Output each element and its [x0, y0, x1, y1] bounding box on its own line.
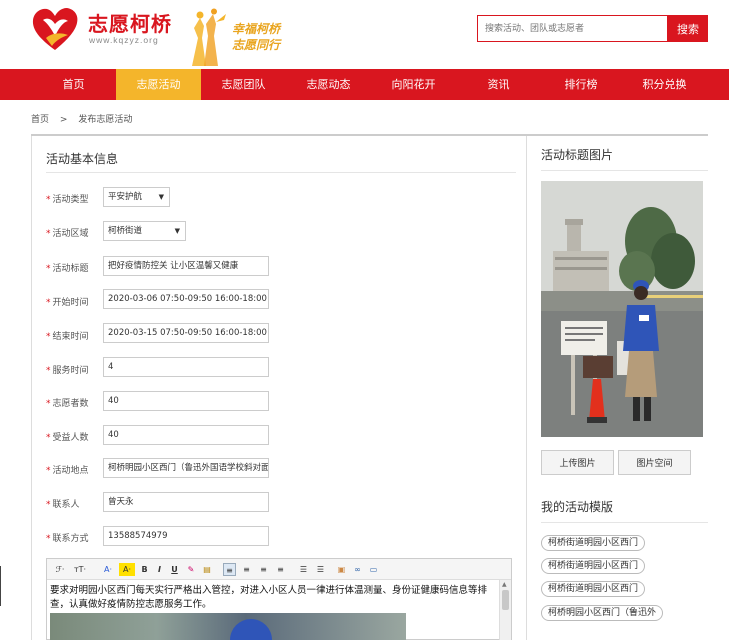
label-start: * 开始时间	[46, 298, 89, 308]
page-edge-mark	[0, 566, 1, 606]
editor-scrollbar[interactable]: ▲	[499, 580, 511, 640]
editor-embedded-photo	[50, 613, 406, 640]
title-input[interactable]: 把好疫情防控关 让小区温馨又健康	[103, 256, 269, 276]
image-icon[interactable]: ▣	[335, 563, 348, 576]
type-select[interactable]: 平安护航 ▼	[103, 187, 170, 207]
nav-item-info[interactable]: 资讯	[456, 69, 541, 100]
nav-item-home[interactable]: 首页	[31, 69, 116, 100]
volunteer-cap-icon	[230, 619, 272, 640]
link-icon[interactable]: ∞	[351, 563, 364, 576]
breadcrumb-current: 发布志愿活动	[78, 115, 133, 125]
template-item[interactable]: 柯桥明园小区西门（鲁迅外	[541, 605, 664, 621]
area-select[interactable]: 柯桥街道 ▼	[103, 221, 186, 241]
ordered-list-icon[interactable]: ☰	[297, 563, 310, 576]
eraser-icon[interactable]: ✎	[185, 563, 197, 576]
contact-person-input[interactable]: 曾天永	[103, 492, 269, 512]
volunteers-figure-icon	[192, 8, 226, 66]
italic-button[interactable]: I	[154, 563, 165, 576]
label-end: * 结束时间	[46, 332, 89, 342]
fullscreen-icon[interactable]: ▭	[367, 563, 380, 576]
breadcrumb-separator: >	[59, 115, 68, 125]
site-title[interactable]: 志愿柯桥	[88, 8, 172, 37]
nav-item-news[interactable]: 志愿动态	[286, 69, 371, 100]
image-gallery-button[interactable]: 图片空间	[618, 450, 691, 475]
nav-item-points[interactable]: 积分兑换	[621, 69, 708, 100]
unordered-list-icon[interactable]: ☰	[314, 563, 327, 576]
justify-icon[interactable]: ≡	[274, 563, 287, 576]
slogan-line1: 幸福柯桥	[232, 22, 281, 36]
start-time-input[interactable]: 2020-03-06 07:50-09:50 16:00-18:00	[103, 289, 269, 309]
volunteer-count-input[interactable]: 40	[103, 391, 269, 411]
phone-input[interactable]: 13588574979	[103, 526, 269, 546]
templates-section-title: 我的活动模版	[541, 500, 614, 514]
section-divider	[46, 172, 516, 173]
nav-item-sunflower[interactable]: 向阳花开	[371, 69, 456, 100]
rich-text-editor: ℱ· тT· A· A· B I U ✎ ▤ ≡ ≡ ≡ ≡ ☰ ☰ ▣ ∞ ▭…	[46, 558, 512, 640]
slogan-line2: 志愿同行	[232, 38, 281, 52]
align-center-icon[interactable]: ≡	[240, 563, 253, 576]
label-hours: * 服务时间	[46, 366, 89, 376]
align-left-icon[interactable]: ≡	[223, 563, 236, 576]
templates-section-divider	[541, 522, 708, 523]
label-type: * 活动类型	[46, 195, 89, 205]
heart-logo-icon[interactable]	[30, 6, 80, 52]
activity-title-photo	[541, 181, 703, 437]
label-phone: * 联系方式	[46, 534, 89, 544]
label-title: * 活动标题	[46, 264, 89, 274]
nav-item-teams[interactable]: 志愿团队	[201, 69, 286, 100]
label-area: * 活动区域	[46, 229, 89, 239]
bold-button[interactable]: B	[139, 563, 150, 576]
site-url: www.kqzyz.org	[89, 35, 159, 45]
highlight-button[interactable]: A·	[119, 563, 135, 576]
upload-image-button[interactable]: 上传图片	[541, 450, 614, 475]
beneficiary-count-input[interactable]: 40	[103, 425, 269, 445]
section-title: 活动基本信息	[46, 152, 119, 166]
nav-item-ranking[interactable]: 排行榜	[541, 69, 621, 100]
underline-button[interactable]: U	[169, 563, 180, 576]
image-section-divider	[541, 170, 708, 171]
template-item[interactable]: 柯桥街道明园小区西门	[541, 581, 646, 597]
template-item[interactable]: 柯桥街道明园小区西门	[541, 535, 646, 551]
font-size-button[interactable]: тT·	[71, 563, 89, 576]
align-right-icon[interactable]: ≡	[257, 563, 270, 576]
end-time-input[interactable]: 2020-03-15 07:50-09:50 16:00-18:00	[103, 323, 269, 343]
search-input[interactable]	[477, 15, 668, 42]
scroll-thumb[interactable]	[502, 590, 509, 610]
editor-content[interactable]: 要求对明园小区西门每天实行严格出入管控，对进入小区人员一律进行体温测量、身份证健…	[50, 584, 496, 612]
location-input[interactable]: 柯桥明园小区西门（鲁迅外国语学校斜对面	[103, 458, 269, 478]
site-header: 志愿柯桥 www.kqzyz.org 幸福柯桥 志愿同行 搜索	[0, 0, 729, 69]
image-section-title: 活动标题图片	[541, 148, 614, 162]
label-location: * 活动地点	[46, 466, 89, 476]
label-beneficiaries: * 受益人数	[46, 433, 89, 443]
label-contact: * 联系人	[46, 500, 80, 510]
font-color-button[interactable]: A·	[100, 563, 116, 576]
service-hours-input[interactable]: 4	[103, 357, 269, 377]
nav-item-activities[interactable]: 志愿活动	[116, 69, 201, 100]
chevron-down-icon: ▼	[158, 193, 164, 201]
paste-icon[interactable]: ▤	[201, 563, 213, 576]
scroll-up-icon[interactable]: ▲	[502, 581, 507, 588]
search-button[interactable]: 搜索	[668, 15, 708, 42]
main-nav: 首页 志愿活动 志愿团队 志愿动态 向阳花开 资讯 排行榜 积分兑换	[0, 69, 729, 100]
breadcrumb-home[interactable]: 首页	[31, 115, 49, 125]
activity-photo-illustration	[541, 181, 703, 437]
template-item[interactable]: 柯桥街道明园小区西门	[541, 558, 646, 574]
chevron-down-icon: ▼	[174, 227, 180, 235]
label-volunteers: * 志愿者数	[46, 399, 89, 409]
breadcrumb: 首页 > 发布志愿活动	[31, 112, 140, 125]
font-family-button[interactable]: ℱ·	[52, 563, 68, 576]
required-mark: *	[46, 195, 51, 205]
editor-toolbar: ℱ· тT· A· A· B I U ✎ ▤ ≡ ≡ ≡ ≡ ☰ ☰ ▣ ∞ ▭	[47, 559, 511, 580]
